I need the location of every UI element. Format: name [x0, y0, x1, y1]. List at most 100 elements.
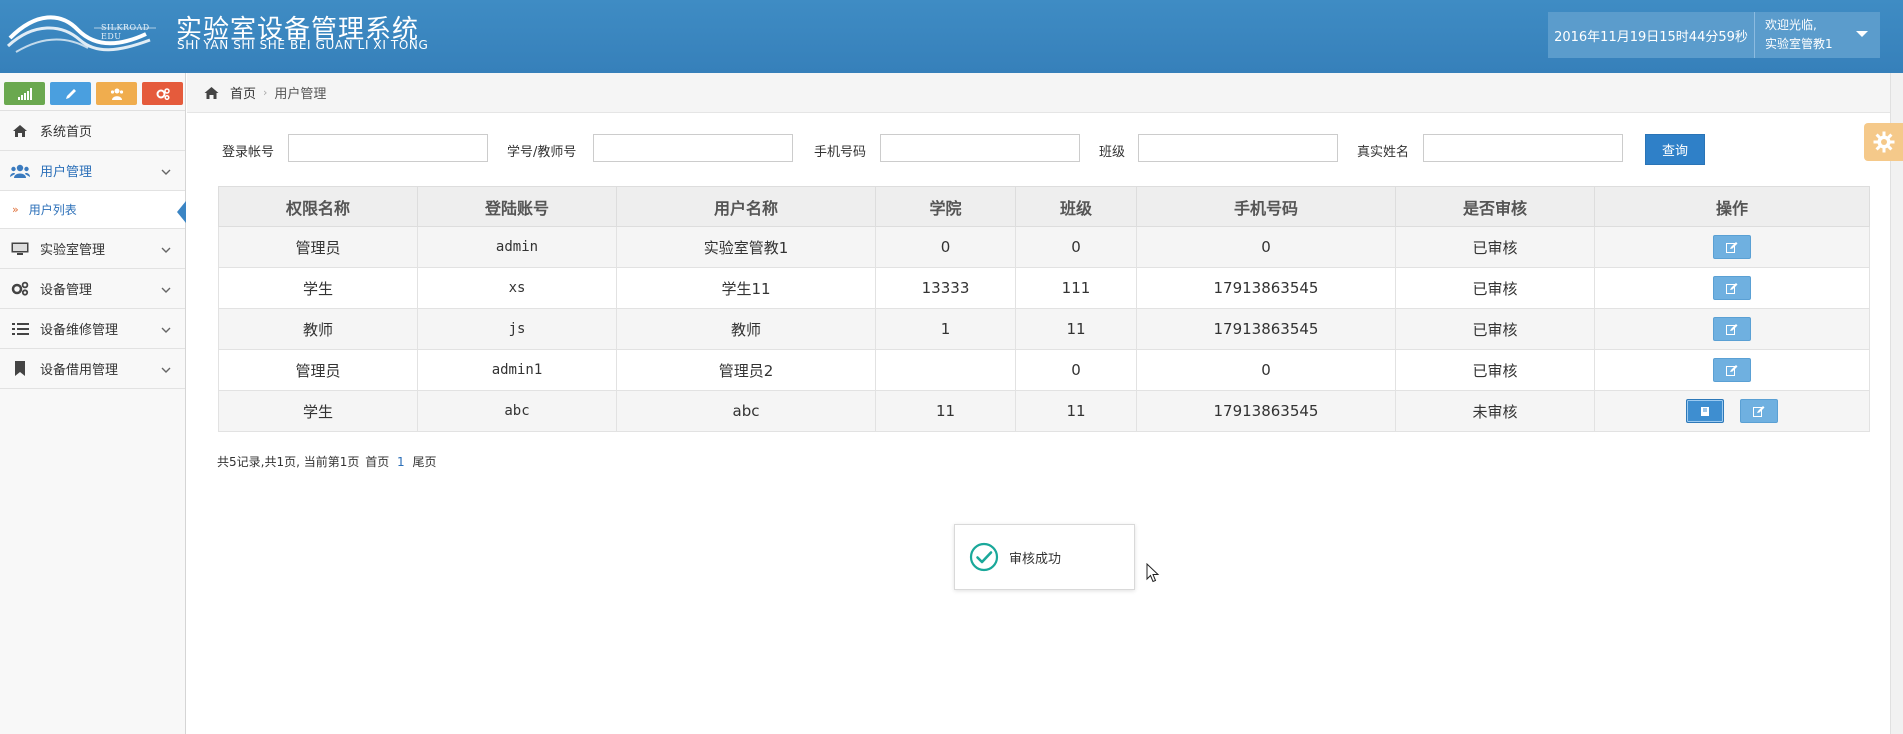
shortcut-cogs-button[interactable] [142, 82, 183, 105]
username-cell: 管理员2 [616, 349, 876, 391]
username-cell: 学生11 [616, 267, 876, 309]
account-cell: xs [417, 267, 617, 309]
class-cell: 11 [1015, 308, 1137, 350]
username-cell: 教师 [616, 308, 876, 350]
breadcrumb-home-link[interactable]: 首页 [230, 83, 256, 102]
username: 实验室管教1 [1765, 37, 1833, 51]
column-header: 手机号码 [1136, 186, 1396, 227]
class-cell: 111 [1015, 267, 1137, 309]
phone-cell: 0 [1136, 226, 1396, 268]
search-form: 登录帐号 学号/教师号 手机号码 班级 真实姓名 查询 [187, 128, 1707, 168]
chevron-down-icon [161, 283, 171, 298]
actions-cell [1594, 390, 1870, 432]
settings-toggle[interactable] [1864, 123, 1903, 161]
student-teacher-id-input[interactable] [593, 134, 793, 162]
sidebar-shortcuts [0, 73, 185, 111]
bookmark-icon [10, 361, 30, 376]
silkroad-logo: SILKROAD EDU [6, 8, 166, 56]
home-icon [10, 124, 30, 138]
edit-button[interactable] [1713, 358, 1751, 382]
account-cell: admin [417, 226, 617, 268]
college-cell [875, 349, 1016, 391]
college-cell: 0 [875, 226, 1016, 268]
role-cell: 学生 [218, 267, 418, 309]
edit-button[interactable] [1740, 399, 1779, 423]
class-cell: 11 [1015, 390, 1137, 432]
status-cell: 已审核 [1395, 226, 1595, 268]
user-menu[interactable]: 欢迎光临, 实验室管教1 [1755, 12, 1880, 58]
sidebar-item-label: 设备维修管理 [40, 323, 119, 338]
status-cell: 已审核 [1395, 267, 1595, 309]
sidebar-item-home[interactable]: 系统首页 [0, 111, 185, 151]
current-datetime: 2016年11月19日15时44分59秒 [1548, 12, 1755, 58]
shortcut-users-button[interactable] [96, 82, 137, 105]
sidebar-item-label: 设备借用管理 [40, 363, 119, 378]
college-cell: 11 [875, 390, 1016, 432]
header-info-box: 2016年11月19日15时44分59秒 欢迎光临, 实验室管教1 [1548, 12, 1880, 58]
edit-icon [1753, 405, 1765, 417]
breadcrumb-current: 用户管理 [274, 87, 327, 102]
status-cell: 已审核 [1395, 349, 1595, 391]
real-name-input[interactable] [1423, 134, 1623, 162]
book-icon [1700, 406, 1709, 416]
class-input[interactable] [1138, 134, 1338, 162]
approve-button[interactable] [1685, 399, 1724, 423]
user-table: 权限名称 登陆账号 用户名称 学院 班级 手机号码 是否审核 操作 管理员 ad… [218, 186, 1870, 432]
account-cell: abc [417, 390, 617, 432]
chevron-down-icon [161, 323, 171, 338]
vertical-scrollbar[interactable] [1890, 73, 1903, 734]
logo-text: SILKROAD EDU [101, 23, 150, 41]
real-name-label: 真实姓名 [1357, 145, 1410, 160]
edit-icon [1726, 364, 1738, 376]
chevron-down-icon [161, 363, 171, 378]
sidebar-item-label: 用户管理 [40, 165, 93, 180]
edit-button[interactable] [1713, 317, 1751, 341]
edit-button[interactable] [1713, 276, 1751, 300]
list-icon [10, 322, 30, 336]
signal-icon [17, 87, 32, 100]
mouse-cursor-icon [1146, 562, 1160, 587]
column-header: 用户名称 [616, 186, 876, 227]
column-header: 登陆账号 [417, 186, 617, 227]
last-page-link[interactable]: 尾页 [413, 455, 437, 469]
phone-label: 手机号码 [814, 145, 867, 160]
sidebar-item-repair-management[interactable]: 设备维修管理 [0, 309, 185, 349]
edit-button[interactable] [1713, 235, 1751, 259]
role-cell: 管理员 [218, 226, 418, 268]
double-chevron-icon: » [12, 203, 19, 216]
sidebar-subitem-user-list[interactable]: » 用户列表 [0, 191, 186, 229]
shortcut-signal-button[interactable] [4, 82, 45, 105]
home-icon[interactable] [203, 86, 220, 100]
users-icon [10, 164, 30, 178]
account-cell: admin1 [417, 349, 617, 391]
toast-message: 审核成功 [1009, 551, 1062, 567]
class-cell: 0 [1015, 226, 1137, 268]
check-circle-icon [969, 542, 999, 572]
table-row: 管理员 admin 实验室管教1 0 0 0 已审核 [218, 226, 1870, 268]
breadcrumb: 首页 › 用户管理 [187, 73, 1903, 113]
student-teacher-id-label: 学号/教师号 [507, 145, 577, 160]
first-page-link[interactable]: 首页 [365, 455, 389, 469]
login-account-input[interactable] [288, 134, 488, 162]
shortcut-pencil-button[interactable] [50, 82, 91, 105]
sidebar-item-equipment-management[interactable]: 设备管理 [0, 269, 185, 309]
sidebar: 系统首页 用户管理 » 用户列表 实验室管理 设备管理 设备维修管理 设备借用管… [0, 73, 186, 734]
sidebar-item-label: 系统首页 [40, 125, 93, 140]
actions-cell [1594, 308, 1870, 350]
phone-input[interactable] [880, 134, 1080, 162]
table-header-row: 权限名称 登陆账号 用户名称 学院 班级 手机号码 是否审核 操作 [218, 186, 1870, 227]
caret-down-icon[interactable] [1856, 31, 1868, 37]
table-row: 管理员 admin1 管理员2 0 0 已审核 [218, 349, 1870, 391]
actions-cell [1594, 226, 1870, 268]
status-cell: 已审核 [1395, 308, 1595, 350]
table-row: 教师 js 教师 1 11 17913863545 已审核 [218, 308, 1870, 350]
sidebar-item-borrow-management[interactable]: 设备借用管理 [0, 349, 185, 389]
sidebar-item-lab-management[interactable]: 实验室管理 [0, 229, 185, 269]
sidebar-item-user-management[interactable]: 用户管理 [0, 151, 185, 191]
current-page: 1 [397, 455, 405, 469]
pencil-icon [65, 88, 76, 99]
query-button[interactable]: 查询 [1645, 134, 1705, 165]
phone-cell: 17913863545 [1136, 390, 1396, 432]
gear-icon [1873, 131, 1894, 153]
edit-icon [1726, 282, 1738, 294]
